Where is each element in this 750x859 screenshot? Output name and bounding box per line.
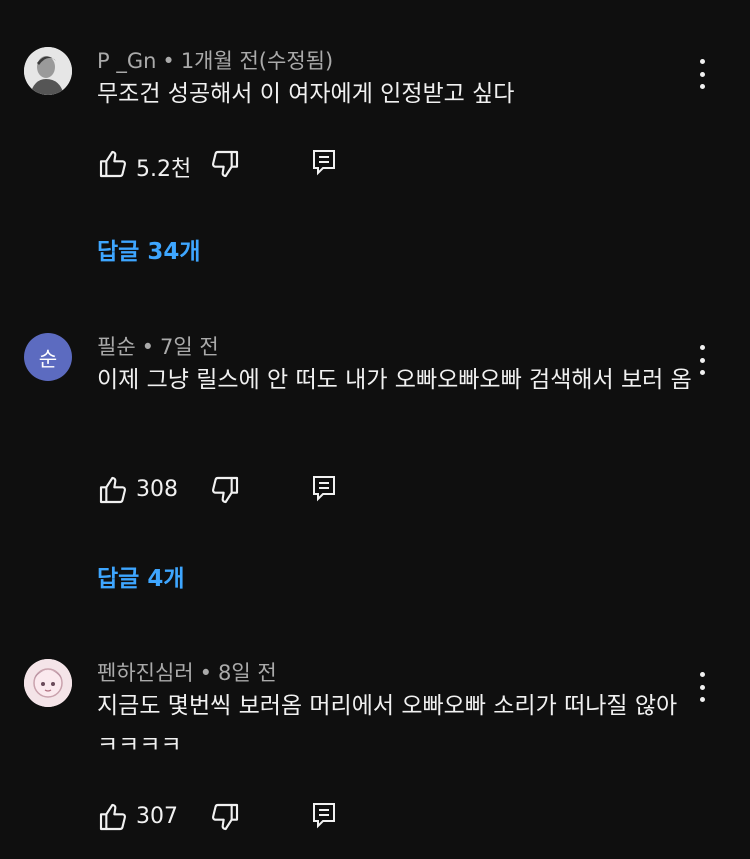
reply-button[interactable] [311,474,337,502]
separator-dot: • [141,335,155,359]
author-name[interactable]: P _Gn [97,49,156,73]
author-name[interactable]: 필순 [97,335,136,359]
timestamp[interactable]: 1개월 전(수정됨) [181,49,333,73]
replies-toggle[interactable]: 답글 34개 [97,232,201,266]
comment-meta: P _Gn • 1개월 전(수정됨) [97,45,333,75]
comment-text: 이제 그냥 릴스에 안 떠도 내가 오빠오빠오빠 검색해서 보러 옴 [97,367,692,393]
avatar[interactable] [24,659,72,707]
reply-button[interactable] [311,148,337,176]
thumbs-down-icon [211,150,239,178]
dislike-button[interactable] [209,474,241,506]
thumbs-up-icon [99,803,127,831]
thumbs-up-icon [99,150,127,178]
timestamp[interactable]: 7일 전 [160,335,219,359]
avatar-letter: 순 [38,346,58,371]
more-vert-icon[interactable] [690,672,714,702]
avatar[interactable] [24,47,72,95]
like-button[interactable] [97,801,129,833]
reply-icon [313,476,335,502]
comment-text: 무조건 성공해서 이 여자에게 인정받고 싶다 [97,81,515,107]
reply-icon [313,150,335,176]
more-vert-icon[interactable] [690,345,714,375]
timestamp[interactable]: 8일 전 [218,661,277,685]
like-button[interactable] [97,148,129,180]
like-count: 5.2천 [136,157,192,182]
separator-dot: • [199,661,212,685]
comment-meta: 펜하진심러 • 8일 전 [97,657,277,687]
avatar[interactable]: 순 [24,333,72,381]
thumbs-down-icon [211,803,239,831]
like-button[interactable] [97,474,129,506]
comment-meta: 필순 • 7일 전 [97,331,219,361]
reply-button[interactable] [311,801,337,829]
like-count: 307 [136,804,178,829]
more-vert-icon[interactable] [690,59,714,89]
thumbs-up-icon [99,476,127,504]
replies-toggle[interactable]: 답글 4개 [97,559,185,593]
dislike-button[interactable] [209,148,241,180]
comment-text: 지금도 몇번씩 보러옴 머리에서 오빠오빠 소리가 떠나질 않아 ㅋㅋㅋㅋ [97,693,678,758]
reply-icon [313,803,335,829]
like-count: 308 [136,477,178,502]
dislike-button[interactable] [209,801,241,833]
separator-dot: • [162,49,175,73]
author-name[interactable]: 펜하진심러 [97,661,194,685]
thumbs-down-icon [211,476,239,504]
